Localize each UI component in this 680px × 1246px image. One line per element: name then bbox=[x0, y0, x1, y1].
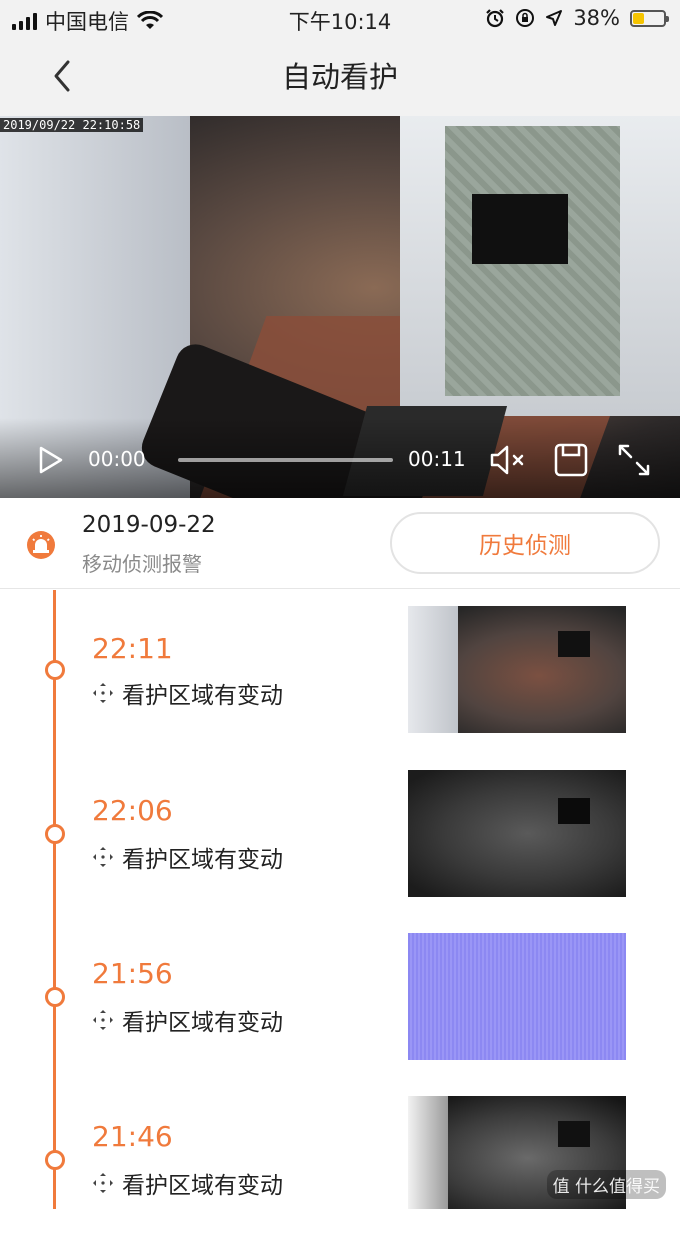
event-description: 看护区域有变动 bbox=[92, 1003, 283, 1037]
fullscreen-icon bbox=[618, 444, 650, 476]
event-description: 看护区域有变动 bbox=[92, 676, 283, 710]
video-controls: 00:00 00:11 bbox=[0, 418, 680, 498]
rotation-lock-icon bbox=[516, 9, 535, 27]
event-description-text: 看护区域有变动 bbox=[122, 1010, 283, 1036]
event-item[interactable]: 21:56 看护区域有变动 bbox=[0, 923, 680, 1083]
video-timestamp: 2019/09/22 22:10:58 bbox=[0, 118, 144, 132]
timeline-dot bbox=[45, 1150, 65, 1170]
event-description-text: 看护区域有变动 bbox=[122, 683, 283, 709]
play-button[interactable] bbox=[36, 444, 66, 476]
event-thumbnail[interactable] bbox=[408, 606, 626, 733]
alarm-clock-icon bbox=[486, 9, 505, 28]
move-icon bbox=[93, 683, 113, 703]
fullscreen-button[interactable] bbox=[616, 442, 652, 478]
mute-button[interactable] bbox=[488, 442, 528, 478]
save-icon bbox=[554, 443, 588, 477]
alarm-type: 移动侦测报警 bbox=[82, 552, 202, 576]
battery-icon bbox=[630, 9, 669, 27]
event-item[interactable]: 22:11 看护区域有变动 bbox=[0, 596, 680, 756]
event-item[interactable]: 21:46 看护区域有变动 bbox=[0, 1086, 680, 1246]
watermark: 值 什么值得买 bbox=[546, 1170, 666, 1199]
timeline-dot bbox=[45, 660, 65, 680]
navigation-bar: 自动看护 bbox=[0, 36, 680, 116]
location-icon bbox=[546, 10, 563, 26]
speaker-muted-icon bbox=[490, 445, 524, 475]
progress-bar[interactable] bbox=[178, 458, 393, 462]
move-icon bbox=[93, 847, 113, 867]
event-time: 22:11 bbox=[92, 632, 173, 665]
event-time: 22:06 bbox=[92, 794, 173, 827]
duration: 00:11 bbox=[408, 447, 466, 471]
alarm-siren-icon bbox=[27, 531, 55, 559]
history-detection-button[interactable]: 历史侦测 bbox=[390, 512, 660, 574]
timeline-dot bbox=[45, 987, 65, 1007]
event-item[interactable]: 22:06 看护区域有变动 bbox=[0, 760, 680, 920]
move-icon bbox=[93, 1010, 113, 1030]
save-button[interactable] bbox=[553, 442, 589, 478]
alarm-date: 2019-09-22 bbox=[82, 512, 216, 538]
video-player[interactable]: 2019/09/22 22:10:58 00:00 00:11 bbox=[0, 116, 680, 498]
page-title: 自动看护 bbox=[281, 60, 398, 94]
alarm-summary: 2019-09-22 移动侦测报警 历史侦测 bbox=[0, 498, 680, 589]
event-thumbnail[interactable] bbox=[408, 770, 626, 897]
event-description: 看护区域有变动 bbox=[92, 840, 283, 874]
event-description: 看护区域有变动 bbox=[92, 1166, 283, 1200]
event-time: 21:46 bbox=[92, 1120, 173, 1153]
current-time: 00:00 bbox=[88, 447, 146, 471]
battery-percent: 38% bbox=[573, 6, 620, 30]
timeline-dot bbox=[45, 824, 65, 844]
play-icon bbox=[39, 446, 63, 474]
event-description-text: 看护区域有变动 bbox=[122, 847, 283, 873]
move-icon bbox=[93, 1173, 113, 1193]
event-description-text: 看护区域有变动 bbox=[122, 1173, 283, 1199]
event-thumbnail[interactable] bbox=[408, 933, 626, 1060]
status-bar: 中国电信 下午10:14 38% bbox=[0, 0, 680, 36]
event-time: 21:56 bbox=[92, 957, 173, 990]
status-right: 38% bbox=[485, 6, 669, 30]
